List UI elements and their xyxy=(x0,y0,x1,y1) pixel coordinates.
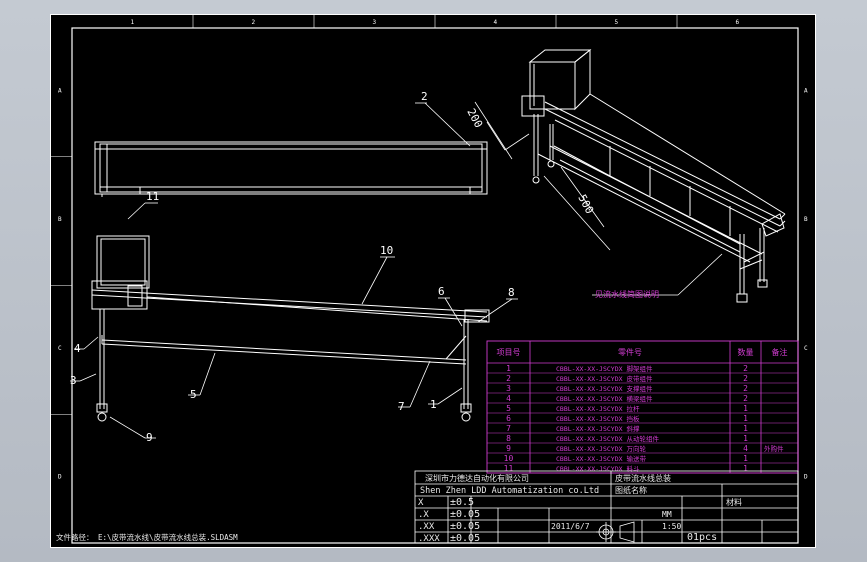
bom-quantity: 2 xyxy=(743,374,748,383)
drawing-title: 图纸名称 xyxy=(615,485,647,495)
bom-quantity: 2 xyxy=(743,384,748,393)
tolerance-label: X xyxy=(418,498,424,508)
outer-border xyxy=(50,14,816,548)
bom-header: 数量 xyxy=(738,347,754,357)
grid-row-label: D xyxy=(58,474,62,481)
bom-item-number: 8 xyxy=(506,434,511,443)
grid-col-label: 5 xyxy=(615,19,619,26)
bom-item-number: 11 xyxy=(504,464,514,473)
bom-part-number: CBBL-XX-XX-JSCYDX 脚架组件 xyxy=(556,364,653,373)
bom-item-number: 6 xyxy=(506,414,511,423)
grid-row-label: C xyxy=(58,345,62,352)
grid-col-label: 3 xyxy=(373,19,377,26)
callout-4: 4 xyxy=(74,342,81,355)
grid-row-label: A xyxy=(804,87,808,94)
callout-3: 3 xyxy=(70,374,77,387)
bom-quantity: 1 xyxy=(743,464,748,473)
iso-note-text: 见流水线简图说明 xyxy=(595,289,659,299)
bom-header: 零件号 xyxy=(618,347,642,357)
bom-part-number: CBBL-XX-XX-JSCYDX 万向轮 xyxy=(556,444,646,453)
scale: 1:50 xyxy=(662,522,681,531)
bom-quantity: 1 xyxy=(743,434,748,443)
grid-col-label: 6 xyxy=(736,19,740,26)
quantity: 01pcs xyxy=(687,532,717,543)
callout-10: 10 xyxy=(380,244,393,257)
grid-row-label: D xyxy=(804,474,808,481)
grid-row-label: B xyxy=(58,216,62,223)
grid-col-label: 1 xyxy=(131,19,135,26)
bom-item-number: 3 xyxy=(506,384,511,393)
callout-5: 5 xyxy=(190,388,197,401)
bom-item-number: 2 xyxy=(506,374,511,383)
bom-part-number: CBBL-XX-XX-JSCYDX 支撑组件 xyxy=(556,384,653,393)
bom-item-number: 4 xyxy=(506,394,511,403)
tolerance-value: ±0.05 xyxy=(450,521,480,532)
tolerance-value: ±0.05 xyxy=(450,533,480,544)
units: MM xyxy=(662,510,672,519)
tolerance-value: ±0.05 xyxy=(450,509,480,520)
grid-col-label: 2 xyxy=(252,19,256,26)
callout-2: 2 xyxy=(421,90,428,103)
bom-quantity: 1 xyxy=(743,414,748,423)
callout-9: 9 xyxy=(146,431,153,444)
date: 2011/6/7 xyxy=(551,522,590,531)
company-name-cn: 深圳市力德达自动化有限公司 xyxy=(425,473,529,483)
drawing-sheet: 123456AABBCCDD 200 500 见流水线简图说明 1 2 3 4 … xyxy=(50,14,816,548)
tolerance-label: .XXX xyxy=(418,534,440,544)
callout-1: 1 xyxy=(430,398,437,411)
bom-part-number: CBBL-XX-XX-JSCYDX 横梁组件 xyxy=(556,394,653,403)
bom-quantity: 1 xyxy=(743,404,748,413)
grid-row-label: A xyxy=(58,87,62,94)
material-label: 材料 xyxy=(726,497,742,507)
tolerance-label: .X xyxy=(418,510,429,520)
callout-7: 7 xyxy=(398,400,405,413)
bom-item-number: 10 xyxy=(504,454,514,463)
bom-part-number: CBBL-XX-XX-JSCYDX 料斗 xyxy=(556,464,640,473)
cad-drawing: 1 2 3 4 5 6A AB BC CD D 200 500 见流水线简图说明… xyxy=(50,14,816,548)
bom-part-number: CBBL-XX-XX-JSCYDX 挡板 xyxy=(556,414,640,423)
bom-part-number: CBBL-XX-XX-JSCYDX 从动轮组件 xyxy=(556,434,659,443)
bom-part-number: CBBL-XX-XX-JSCYDX 输送带 xyxy=(556,454,646,463)
bom-quantity: 4 xyxy=(743,444,748,453)
tolerance-value: ±0.5 xyxy=(450,497,474,508)
bom-part-number: CBBL-XX-XX-JSCYDX 皮带组件 xyxy=(556,374,653,383)
file-path: 文件路径： E:\皮带流水线\皮带流水线总装.SLDASM xyxy=(56,532,238,542)
bom-quantity: 2 xyxy=(743,394,748,403)
bom-part-number: CBBL-XX-XX-JSCYDX 拉杆 xyxy=(556,404,640,413)
product-name: 皮带流水线总装 xyxy=(615,473,671,483)
bom-part-number: CBBL-XX-XX-JSCYDX 斜撑 xyxy=(556,424,640,433)
callout-8: 8 xyxy=(508,286,515,299)
bom-quantity: 2 xyxy=(743,364,748,373)
grid-row-label: C xyxy=(804,345,808,352)
bom-item-number: 7 xyxy=(506,424,511,433)
bom-header: 备注 xyxy=(772,347,788,357)
grid-row-label: B xyxy=(804,216,808,223)
grid-col-label: 4 xyxy=(494,19,498,26)
bom-item-number: 1 xyxy=(506,364,511,373)
tolerance-label: .XX xyxy=(418,522,435,532)
bom-quantity: 1 xyxy=(743,454,748,463)
bom-note: 外购件 xyxy=(764,444,784,453)
company-name-en: Shen Zhen LDD Automatization co.Ltd xyxy=(420,486,599,496)
bom-item-number: 5 xyxy=(506,404,511,413)
bom-header: 项目号 xyxy=(497,348,521,357)
bom-quantity: 1 xyxy=(743,424,748,433)
bom-item-number: 9 xyxy=(506,444,511,453)
callout-6: 6 xyxy=(438,285,445,298)
callout-11: 11 xyxy=(146,190,159,203)
